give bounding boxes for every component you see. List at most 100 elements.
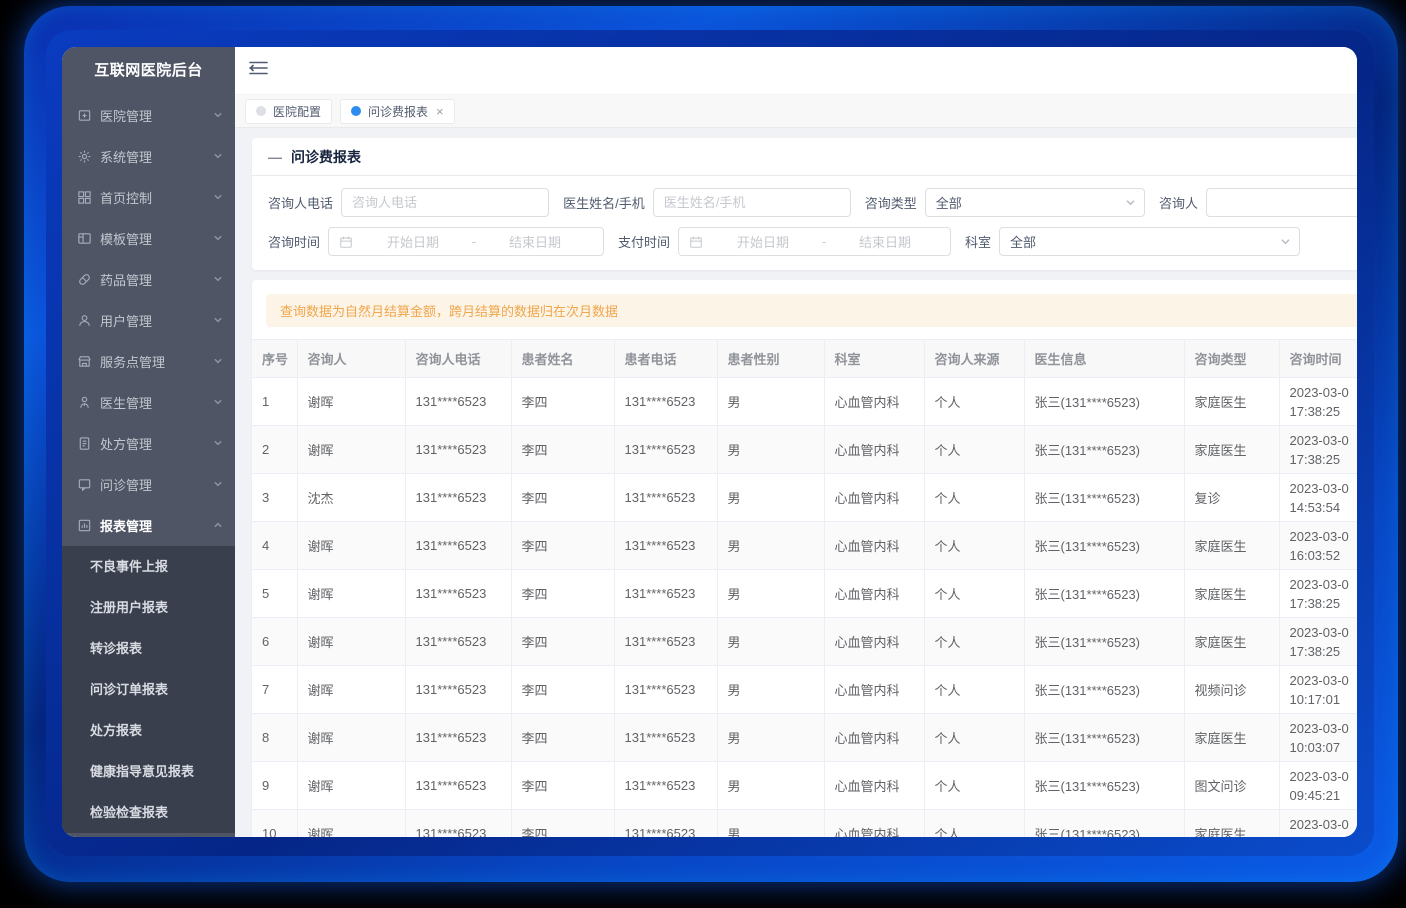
column-header: 序号 bbox=[252, 340, 297, 378]
cell-seq: 9 bbox=[252, 762, 297, 810]
cell-type: 家庭医生 bbox=[1184, 618, 1279, 666]
cell-department: 心血管内科 bbox=[824, 666, 924, 714]
report-chart-icon bbox=[77, 518, 93, 534]
cell-patient-phone: 131****6523 bbox=[614, 426, 717, 474]
consult-type-select[interactable]: 全部 bbox=[925, 188, 1145, 217]
table-row: 7谢晖131****6523李四131****6523男心血管内科个人张三(13… bbox=[252, 666, 1357, 714]
cell-consultant: 谢晖 bbox=[297, 378, 405, 426]
sidebar-subitem[interactable]: 注册用户报表 bbox=[62, 587, 235, 628]
cell-patient-phone: 131****6523 bbox=[614, 570, 717, 618]
department-select[interactable]: 全部 bbox=[999, 227, 1300, 256]
table-row: 9谢晖131****6523李四131****6523男心血管内科个人张三(13… bbox=[252, 762, 1357, 810]
cell-consult-time: 2023-03-009:45:21 bbox=[1279, 762, 1357, 810]
cell-consultant-phone: 131****6523 bbox=[405, 570, 511, 618]
column-header: 咨询人来源 bbox=[924, 340, 1024, 378]
chevron-icon bbox=[213, 477, 223, 492]
cell-type: 家庭医生 bbox=[1184, 426, 1279, 474]
table-row: 2谢晖131****6523李四131****6523男心血管内科个人张三(13… bbox=[252, 426, 1357, 474]
cell-doctor: 张三(131****6523) bbox=[1024, 570, 1184, 618]
consult-time-daterange[interactable]: 开始日期 - 结束日期 bbox=[328, 227, 604, 256]
sidebar-item-report-chart[interactable]: 报表管理 bbox=[62, 505, 235, 546]
cell-department: 心血管内科 bbox=[824, 618, 924, 666]
filter-consult-type: 咨询类型 全部 bbox=[865, 188, 1159, 217]
chevron-down-icon bbox=[1280, 236, 1291, 247]
cell-type: 视频问诊 bbox=[1184, 666, 1279, 714]
cell-doctor: 张三(131****6523) bbox=[1024, 714, 1184, 762]
tab[interactable]: 问诊费报表 × bbox=[340, 99, 455, 124]
doctor-input[interactable] bbox=[653, 188, 851, 217]
cell-patient-phone: 131****6523 bbox=[614, 378, 717, 426]
cell-consultant: 谢晖 bbox=[297, 714, 405, 762]
cell-source: 个人 bbox=[924, 474, 1024, 522]
column-header: 咨询时间 bbox=[1279, 340, 1357, 378]
cell-type: 家庭医生 bbox=[1184, 714, 1279, 762]
collapse-sidebar-icon[interactable] bbox=[249, 60, 268, 81]
cell-consultant-phone: 131****6523 bbox=[405, 762, 511, 810]
cell-source: 个人 bbox=[924, 570, 1024, 618]
sidebar-item-hospital[interactable]: 医院管理 bbox=[62, 95, 235, 136]
consultation-icon bbox=[77, 477, 93, 493]
collapse-panel-icon[interactable]: — bbox=[268, 149, 282, 165]
pay-time-daterange[interactable]: 开始日期 - 结束日期 bbox=[678, 227, 951, 256]
cell-patient-phone: 131****6523 bbox=[614, 714, 717, 762]
cell-patient-phone: 131****6523 bbox=[614, 666, 717, 714]
cell-department: 心血管内科 bbox=[824, 378, 924, 426]
cell-patient-gender: 男 bbox=[717, 378, 824, 426]
sidebar-item-consultation[interactable]: 问诊管理 bbox=[62, 464, 235, 505]
prescription-icon bbox=[77, 436, 93, 452]
sidebar-subitem[interactable]: 处方报表 bbox=[62, 710, 235, 751]
cell-type: 复诊 bbox=[1184, 474, 1279, 522]
chevron-icon bbox=[213, 108, 223, 123]
sidebar-subitem[interactable]: 检验检查报表 bbox=[62, 792, 235, 833]
user-icon bbox=[77, 313, 93, 329]
sidebar-item-doctor[interactable]: 医生管理 bbox=[62, 382, 235, 423]
sidebar-subitem[interactable]: 不良事件上报 bbox=[62, 546, 235, 587]
cell-consult-time: 2023-03-017:38:25 bbox=[1279, 618, 1357, 666]
consultant-source-label: 咨询人 bbox=[1159, 193, 1198, 212]
sidebar-item-shop[interactable]: 服务点管理 bbox=[62, 341, 235, 382]
sidebar-item-user[interactable]: 用户管理 bbox=[62, 300, 235, 341]
sidebar: 互联网医院后台 医院管理 系统管理 首页控制 模板管理 药品管理 bbox=[62, 47, 235, 837]
decorative-frame: 互联网医院后台 医院管理 系统管理 首页控制 模板管理 药品管理 bbox=[0, 0, 1406, 908]
cell-source: 个人 bbox=[924, 666, 1024, 714]
sidebar-item-prescription[interactable]: 处方管理 bbox=[62, 423, 235, 464]
cell-department: 心血管内科 bbox=[824, 570, 924, 618]
cell-consult-time: 2023-03-017:38:25 bbox=[1279, 426, 1357, 474]
cell-patient-gender: 男 bbox=[717, 666, 824, 714]
filter-pay-time: 支付时间 开始日期 - 结束日期 bbox=[618, 227, 965, 256]
cell-consultant: 谢晖 bbox=[297, 618, 405, 666]
cell-patient-phone: 131****6523 bbox=[614, 522, 717, 570]
cell-consultant-phone: 131****6523 bbox=[405, 618, 511, 666]
consultant-phone-input[interactable] bbox=[341, 188, 549, 217]
cell-consult-time: 2023-03-017:38:25 bbox=[1279, 570, 1357, 618]
chevron-icon bbox=[213, 436, 223, 451]
cell-patient-phone: 131****6523 bbox=[614, 618, 717, 666]
cell-consultant: 谢晖 bbox=[297, 810, 405, 838]
cell-source: 个人 bbox=[924, 714, 1024, 762]
cell-patient-gender: 男 bbox=[717, 762, 824, 810]
sidebar-item-template[interactable]: 模板管理 bbox=[62, 218, 235, 259]
cell-consultant-phone: 131****6523 bbox=[405, 426, 511, 474]
sidebar-subitem[interactable]: 问诊订单报表 bbox=[62, 669, 235, 710]
template-icon bbox=[77, 231, 93, 247]
shop-icon bbox=[77, 354, 93, 370]
tab[interactable]: 医院配置 bbox=[245, 99, 332, 124]
column-header: 患者姓名 bbox=[511, 340, 614, 378]
column-header: 咨询类型 bbox=[1184, 340, 1279, 378]
consultant-source-select[interactable] bbox=[1206, 188, 1357, 217]
sidebar-item-pill[interactable]: 药品管理 bbox=[62, 259, 235, 300]
consult-type-label: 咨询类型 bbox=[865, 193, 917, 212]
filter-consult-time: 咨询时间 开始日期 - 结束日期 bbox=[268, 227, 618, 256]
notice-banner: 查询数据为自然月结算金额，跨月结算的数据归在次月数据 bbox=[266, 294, 1357, 327]
cell-department: 心血管内科 bbox=[824, 714, 924, 762]
cell-patient-name: 李四 bbox=[511, 714, 614, 762]
cell-seq: 6 bbox=[252, 618, 297, 666]
sidebar-subitem[interactable]: 健康指导意见报表 bbox=[62, 751, 235, 792]
tab-close-icon[interactable]: × bbox=[436, 105, 444, 118]
sidebar-item-grid[interactable]: 首页控制 bbox=[62, 177, 235, 218]
cell-consult-time: 2023-03-017:38:25 bbox=[1279, 378, 1357, 426]
sidebar-subitem[interactable]: 转诊报表 bbox=[62, 628, 235, 669]
cell-source: 个人 bbox=[924, 522, 1024, 570]
sidebar-item-gear[interactable]: 系统管理 bbox=[62, 136, 235, 177]
filter-row-1: 咨询人电话 医生姓名/手机 咨询类型 全部 bbox=[268, 188, 1357, 217]
